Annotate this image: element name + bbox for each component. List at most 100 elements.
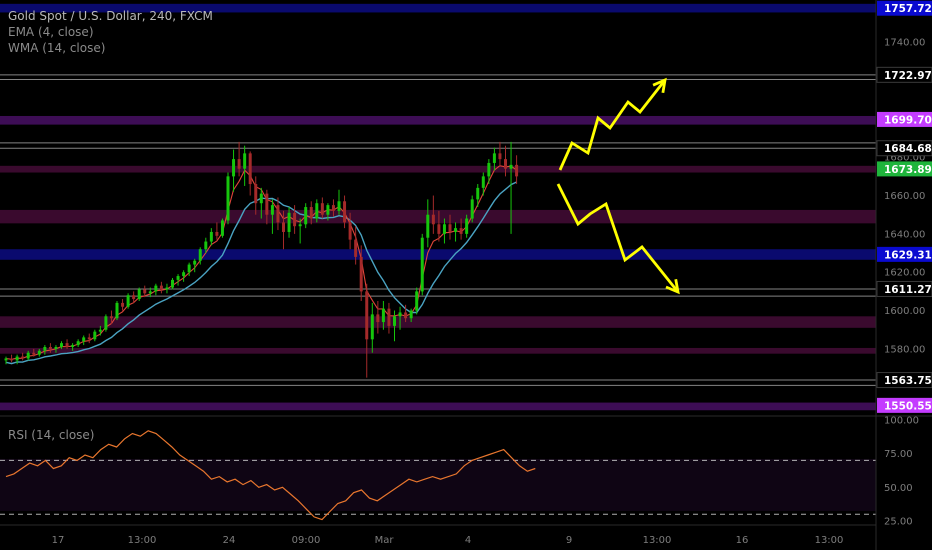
price-tick-label: 1580.00 xyxy=(884,344,925,355)
candle-body xyxy=(465,218,469,234)
price-tag-label: 1757.72 xyxy=(884,3,932,15)
candle-body xyxy=(365,291,369,340)
candle-body xyxy=(232,159,236,177)
price-zone xyxy=(0,165,876,173)
price-tag-label: 1550.55 xyxy=(884,400,932,412)
time-tick-label: 13:00 xyxy=(643,535,672,546)
candle-body xyxy=(442,224,446,234)
candle-body xyxy=(431,214,435,225)
price-zone xyxy=(0,209,876,224)
candle-body xyxy=(176,276,180,280)
candle-body xyxy=(4,358,8,361)
candle-body xyxy=(65,343,69,347)
time-tick-label: 13:00 xyxy=(128,535,157,546)
time-tick-label: Mar xyxy=(375,535,395,546)
rsi-tick-label: 25.00 xyxy=(884,516,913,527)
candle-body xyxy=(359,256,363,292)
price-zone xyxy=(0,402,876,411)
price-tag-label: 1611.27 xyxy=(884,284,932,296)
candle-body xyxy=(320,203,324,215)
candle-body xyxy=(48,346,52,349)
candle-body xyxy=(454,228,458,232)
candle-body xyxy=(121,302,125,307)
candle-body xyxy=(276,205,280,223)
candle-body xyxy=(254,184,258,204)
candle-body xyxy=(109,316,113,319)
wma-legend[interactable]: WMA (14, close) xyxy=(8,40,105,56)
candle-body xyxy=(154,285,158,292)
time-tick-label: 13:00 xyxy=(815,535,844,546)
candle-body xyxy=(243,153,247,169)
ema-legend[interactable]: EMA (4, close) xyxy=(8,24,94,40)
price-tick-label: 1740.00 xyxy=(884,38,925,49)
candle-body xyxy=(87,337,91,340)
candle-body xyxy=(315,203,319,219)
candle-body xyxy=(476,187,480,200)
candle-body xyxy=(143,289,147,294)
candle-body xyxy=(209,231,213,242)
candle-body xyxy=(193,260,197,265)
candle-body xyxy=(487,162,491,177)
candle-body xyxy=(282,222,285,232)
price-tag-label: 1673.89 xyxy=(884,164,932,176)
price-tag-label: 1684.68 xyxy=(884,143,932,155)
time-tick-label: 09:00 xyxy=(292,535,321,546)
candle-body xyxy=(393,316,396,326)
candle-body xyxy=(492,153,496,163)
candle-body xyxy=(270,205,274,215)
candle-body xyxy=(37,350,41,355)
candle-body xyxy=(126,295,130,307)
rsi-legend[interactable]: RSI (14, close) xyxy=(8,427,94,443)
candle-body xyxy=(287,212,291,232)
candle-body xyxy=(159,285,163,290)
rsi-tick-label: 75.00 xyxy=(884,449,913,460)
candle-body xyxy=(470,199,474,219)
candle-body xyxy=(348,222,352,240)
candle-body xyxy=(21,356,25,359)
price-tick-label: 1660.00 xyxy=(884,191,925,202)
candle-body xyxy=(82,337,86,342)
candle-body xyxy=(182,272,186,277)
candle-body xyxy=(376,314,380,323)
price-tag-label: 1563.75 xyxy=(884,375,932,387)
candle-body xyxy=(370,314,374,340)
candle-body xyxy=(509,164,513,169)
candle-body xyxy=(32,352,36,355)
candle-body xyxy=(309,207,313,219)
rsi-band xyxy=(0,459,876,511)
candle-body xyxy=(259,193,263,204)
candle-body xyxy=(237,159,241,169)
candle-body xyxy=(220,220,224,236)
candle-body xyxy=(498,153,502,160)
candle-body xyxy=(298,224,302,227)
time-tick-label: 4 xyxy=(465,535,471,546)
price-tag-label: 1629.31 xyxy=(884,249,932,261)
candle-body xyxy=(148,291,152,294)
candle-body xyxy=(304,207,308,225)
candle-body xyxy=(415,291,419,311)
candle-body xyxy=(98,329,102,332)
candle-body xyxy=(76,341,80,346)
candle-body xyxy=(54,346,58,349)
candle-body xyxy=(481,176,485,188)
candle-body xyxy=(398,312,402,317)
candle-body xyxy=(337,201,341,211)
candle-body xyxy=(331,205,335,211)
candle-body xyxy=(265,193,269,215)
symbol-title[interactable]: Gold Spot / U.S. Dollar, 240, FXCM xyxy=(8,8,213,24)
candle-body xyxy=(215,231,219,236)
candle-body xyxy=(132,295,136,300)
candle-body xyxy=(104,316,108,330)
candle-body xyxy=(354,239,358,257)
time-tick-label: 9 xyxy=(566,535,572,546)
candle-body xyxy=(26,352,30,359)
time-tick-label: 16 xyxy=(736,535,749,546)
candle-body xyxy=(60,343,63,347)
candle-body xyxy=(504,159,507,169)
candle-body xyxy=(93,331,97,340)
price-zone xyxy=(0,115,876,125)
candle-body xyxy=(165,287,169,290)
price-tick-label: 1600.00 xyxy=(884,306,925,317)
candle-body xyxy=(115,302,119,319)
candle-body xyxy=(137,289,141,300)
